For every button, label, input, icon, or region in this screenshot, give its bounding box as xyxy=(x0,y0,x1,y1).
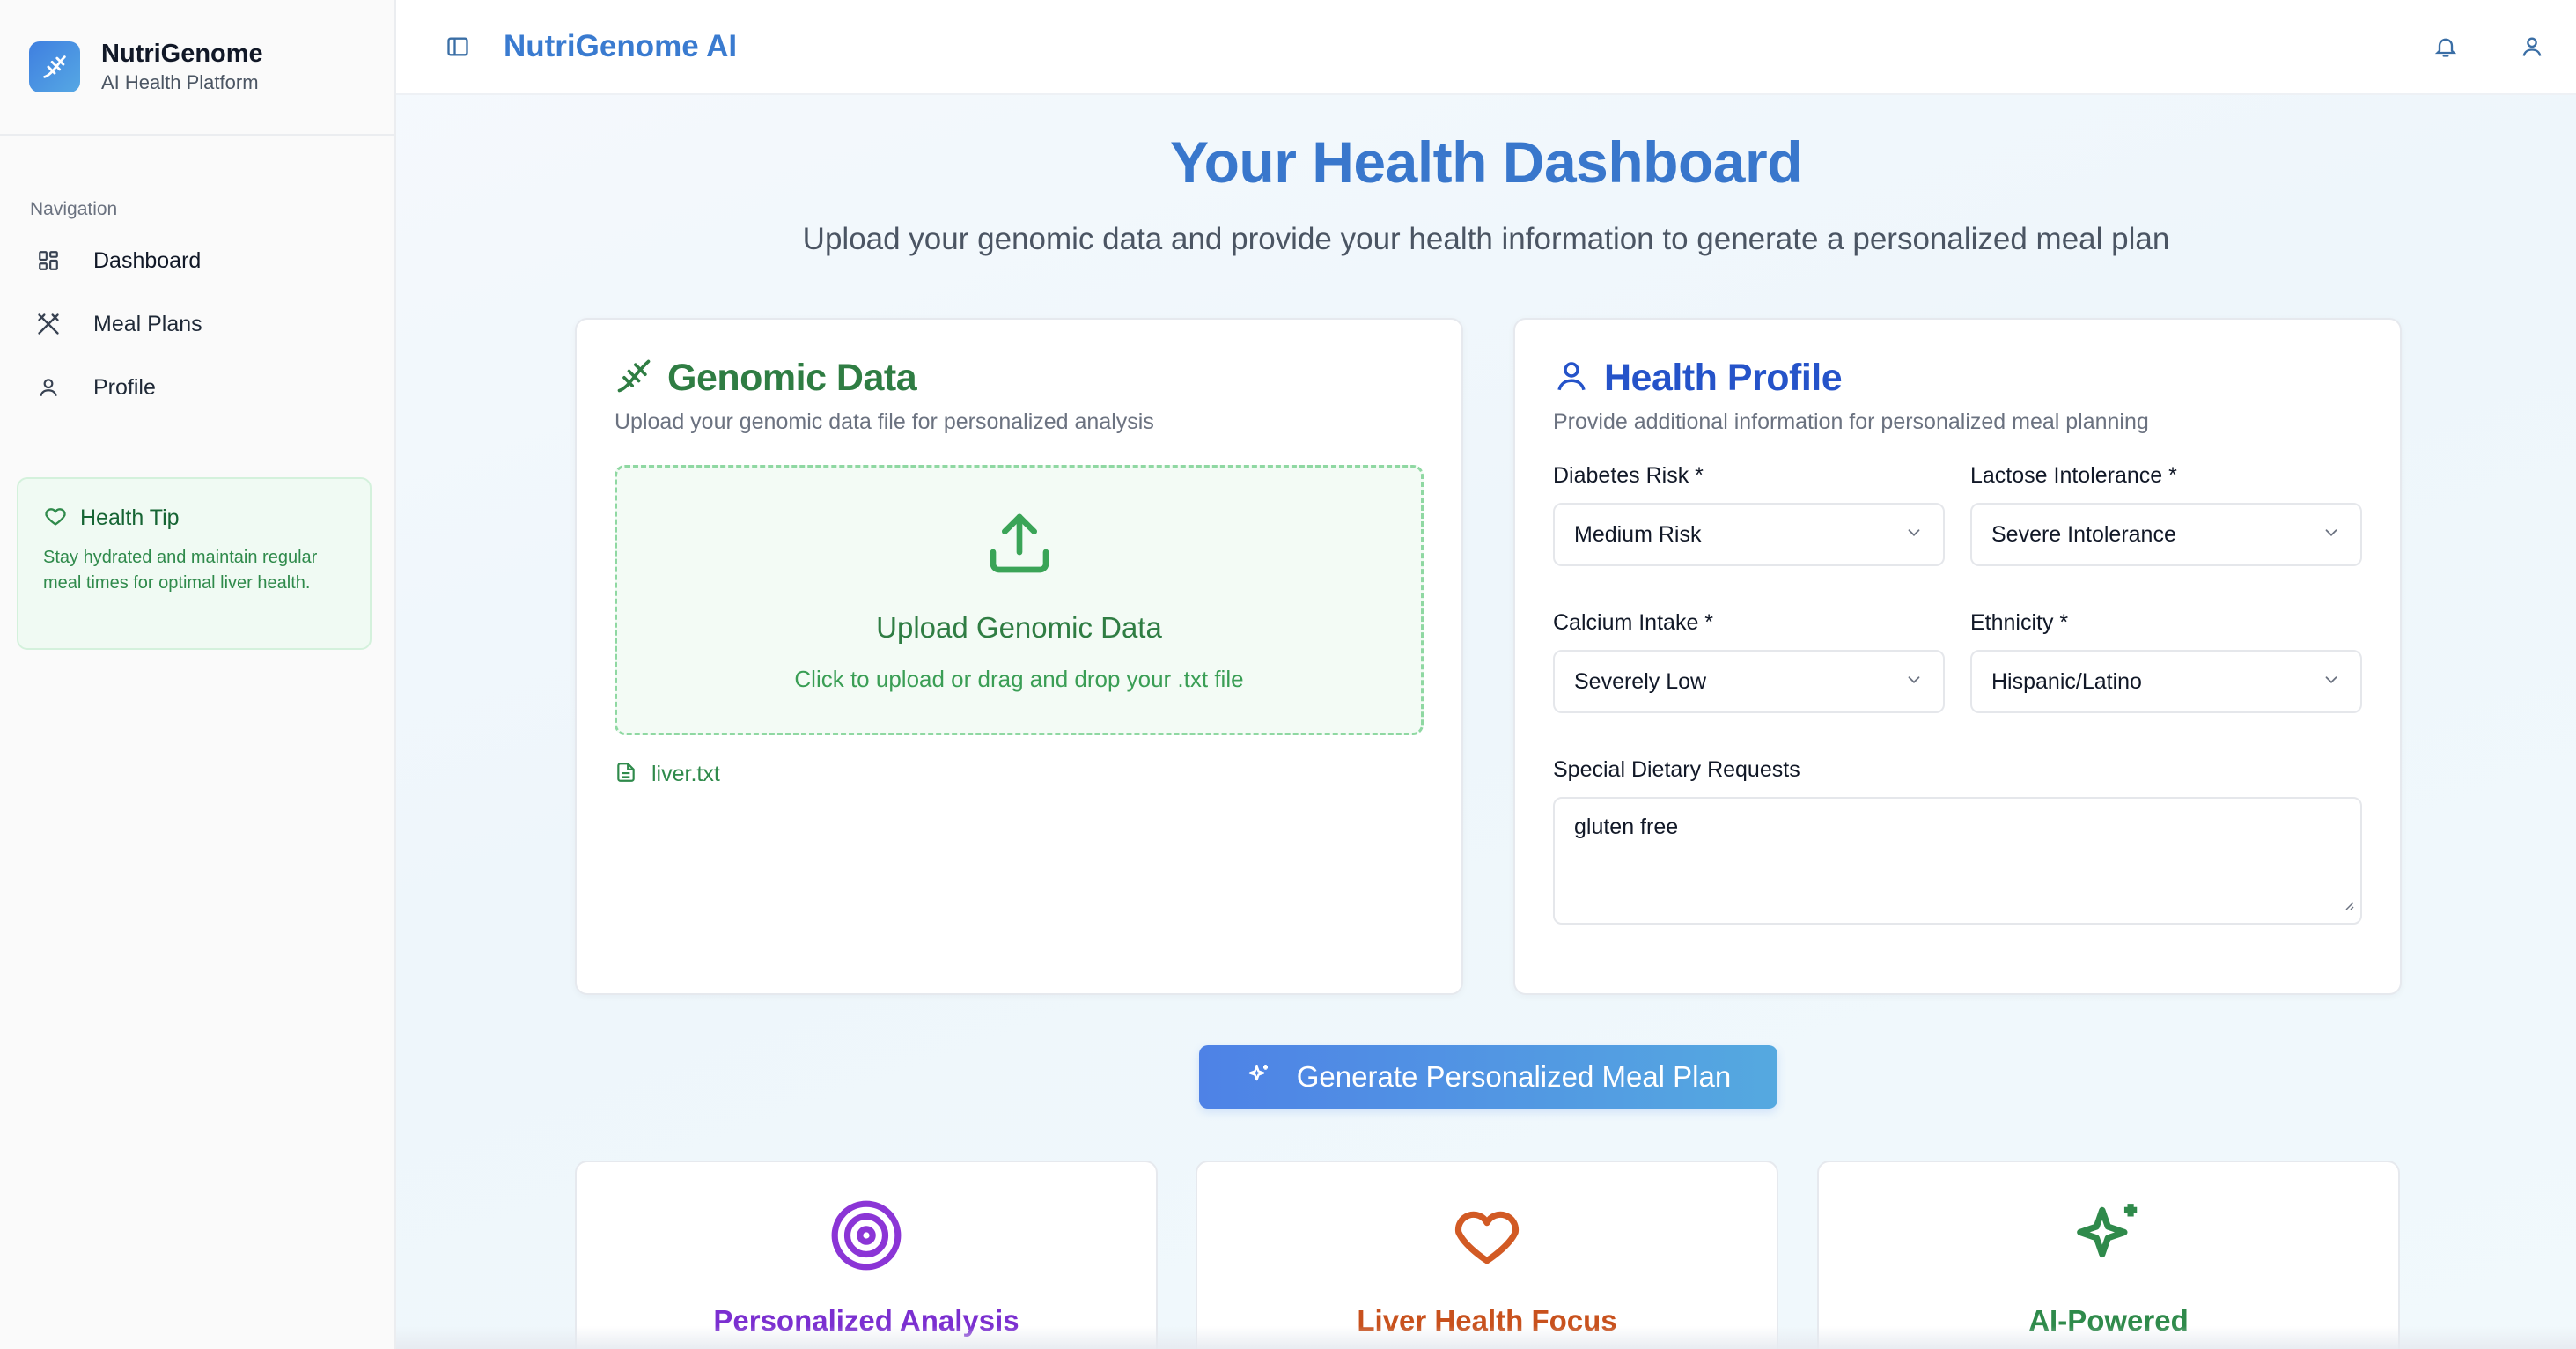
dropzone-subtitle: Click to upload or drag and drop your .t… xyxy=(794,666,1244,692)
feature-card-personalized-analysis: Personalized Analysis xyxy=(575,1161,1158,1349)
special-dietary-textarea[interactable]: gluten free xyxy=(1553,797,2362,925)
feature-title: Liver Health Focus xyxy=(1357,1304,1617,1337)
select-value: Severe Intolerance xyxy=(1991,521,2176,547)
select-value: Hispanic/Latino xyxy=(1991,668,2142,694)
health-card-description: Provide additional information for perso… xyxy=(1553,409,2149,434)
bell-icon[interactable] xyxy=(2428,29,2463,64)
field-label: Diabetes Risk * xyxy=(1553,463,1704,488)
health-tip-title: Health Tip xyxy=(80,505,180,530)
sidebar: NutriGenome AI Health Platform Navigatio… xyxy=(0,0,396,1349)
genomic-card-description: Upload your genomic data file for person… xyxy=(615,409,1154,434)
field-label: Special Dietary Requests xyxy=(1553,757,1800,782)
sparkles-icon xyxy=(2071,1198,2146,1278)
sidebar-item-label: Meal Plans xyxy=(93,311,202,336)
dna-logo-icon xyxy=(29,41,80,92)
chevron-down-icon xyxy=(2322,670,2341,694)
user-icon[interactable] xyxy=(2514,29,2550,64)
generate-meal-plan-button[interactable]: Generate Personalized Meal Plan xyxy=(1199,1045,1777,1109)
calcium-intake-select[interactable]: Severely Low xyxy=(1553,650,1945,713)
chevron-down-icon xyxy=(1904,670,1924,694)
upload-icon xyxy=(984,508,1055,583)
dropzone-title: Upload Genomic Data xyxy=(876,611,1162,644)
chevron-down-icon xyxy=(1904,523,1924,547)
user-icon xyxy=(1553,358,1590,399)
sidebar-toggle-icon[interactable] xyxy=(442,31,474,63)
chevron-down-icon xyxy=(2322,523,2341,547)
diabetes-risk-field: Diabetes Risk * Medium Risk xyxy=(1553,463,1945,566)
diabetes-risk-select[interactable]: Medium Risk xyxy=(1553,503,1945,566)
feature-title: AI-Powered xyxy=(2028,1304,2189,1337)
feature-card-liver-health: Liver Health Focus xyxy=(1196,1161,1778,1349)
uploaded-file[interactable]: liver.txt xyxy=(615,760,1424,789)
heart-icon xyxy=(1449,1198,1525,1278)
sidebar-item-dashboard[interactable]: Dashboard xyxy=(16,229,379,292)
feature-title: Personalized Analysis xyxy=(713,1304,1019,1337)
feature-card-ai-powered: AI-Powered xyxy=(1817,1161,2400,1349)
main-content: NutriGenome AI Your Health Dashboard Upl… xyxy=(396,0,2576,1349)
app-root: NutriGenome AI Health Platform Navigatio… xyxy=(0,0,2576,1349)
health-tip-text: Stay hydrated and maintain regular meal … xyxy=(43,548,318,593)
user-icon xyxy=(35,374,62,401)
page-title: Your Health Dashboard xyxy=(1169,129,1803,195)
app-title: NutriGenome AI xyxy=(504,29,738,63)
page-subtitle: Upload your genomic data and provide you… xyxy=(802,222,2170,256)
ethnicity-field: Ethnicity * Hispanic/Latino xyxy=(1970,610,2362,713)
uploaded-file-name: liver.txt xyxy=(651,762,720,786)
brand-title: NutriGenome xyxy=(101,40,263,68)
genomic-upload-dropzone[interactable]: Upload Genomic Data Click to upload or d… xyxy=(615,465,1424,735)
health-fields-grid: Diabetes Risk * Medium Risk Lactose Into… xyxy=(1553,463,2362,713)
health-tip-card: Health Tip Stay hydrated and maintain re… xyxy=(17,477,372,650)
dna-icon xyxy=(615,357,653,400)
topbar: NutriGenome AI xyxy=(396,0,2576,95)
ethnicity-select[interactable]: Hispanic/Latino xyxy=(1970,650,2362,713)
resize-handle-icon[interactable] xyxy=(2341,892,2355,918)
genomic-card-title: Genomic Data xyxy=(667,356,917,399)
health-profile-card: Health Profile Provide additional inform… xyxy=(1513,318,2402,995)
field-label: Calcium Intake * xyxy=(1553,610,1714,635)
select-value: Severely Low xyxy=(1574,668,1707,694)
sidebar-item-label: Profile xyxy=(93,374,156,400)
lactose-intolerance-select[interactable]: Severe Intolerance xyxy=(1970,503,2362,566)
target-icon xyxy=(828,1198,904,1278)
lactose-intolerance-field: Lactose Intolerance * Severe Intolerance xyxy=(1970,463,2362,566)
textarea-value: gluten free xyxy=(1574,815,1679,839)
sidebar-item-profile[interactable]: Profile xyxy=(16,356,379,419)
grid-icon xyxy=(35,247,62,274)
brand-subtitle: AI Health Platform xyxy=(101,71,259,93)
field-label: Ethnicity * xyxy=(1970,610,2069,635)
health-card-title: Health Profile xyxy=(1604,356,1843,399)
file-text-icon xyxy=(615,760,637,789)
sidebar-item-label: Dashboard xyxy=(93,247,202,273)
brand[interactable]: NutriGenome AI Health Platform xyxy=(0,0,394,136)
sparkles-icon xyxy=(1246,1062,1272,1093)
special-dietary-field: Special Dietary Requests gluten free xyxy=(1553,757,2362,925)
calcium-intake-field: Calcium Intake * Severely Low xyxy=(1553,610,1945,713)
genomic-data-card: Genomic Data Upload your genomic data fi… xyxy=(575,318,1463,995)
sidebar-item-meal-plans[interactable]: Meal Plans xyxy=(16,292,379,356)
utensils-icon xyxy=(35,311,62,337)
sidebar-nav: Navigation Dashboard Meal Plans Profile xyxy=(0,136,394,419)
nav-heading: Navigation xyxy=(30,199,118,219)
select-value: Medium Risk xyxy=(1574,521,1702,547)
field-label: Lactose Intolerance * xyxy=(1970,463,2177,488)
heart-icon xyxy=(43,504,68,533)
generate-button-label: Generate Personalized Meal Plan xyxy=(1296,1060,1732,1093)
